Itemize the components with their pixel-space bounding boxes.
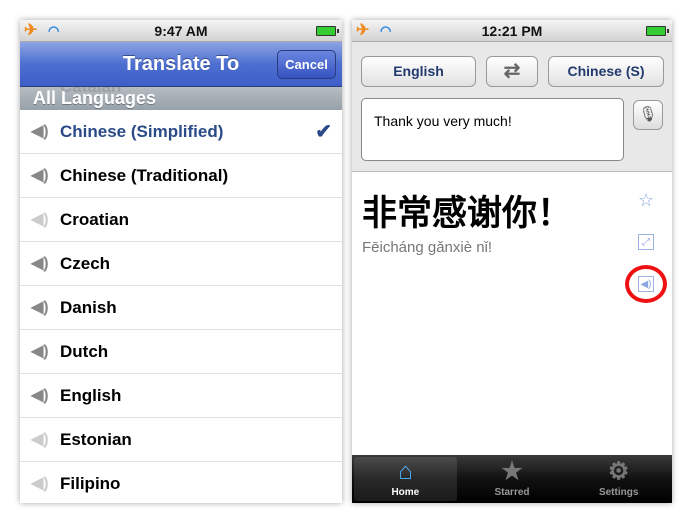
wifi-icon: ◠ (48, 23, 60, 38)
airplane-icon: ✈ (356, 22, 370, 39)
checkmark-icon: ✔ (315, 121, 332, 143)
language-name: Estonian (60, 430, 132, 449)
tab-bar: ⌂ Home ★ Starred ⚙ Settings (352, 455, 672, 503)
language-row[interactable]: ◀) Estonian (20, 418, 342, 462)
language-name: Dutch (60, 342, 109, 361)
language-row[interactable]: ◀) Dutch (20, 330, 342, 374)
speaker-icon: ◀) (31, 387, 49, 404)
status-bar: ✈ ◠ 9:47 AM (20, 20, 342, 42)
speaker-icon: ◀) (31, 255, 49, 272)
tab-starred[interactable]: ★ Starred (461, 457, 564, 501)
pinyin-text: Fēicháng gǎnxiè nǐ! (362, 239, 493, 256)
translator-screen: ✈ ◠ 12:21 PM English ⇄ Chinese (S) Thank… (352, 20, 672, 503)
airplane-icon: ✈ (24, 22, 38, 39)
microphone-button[interactable]: 🎙 (633, 100, 663, 130)
star-icon: ★ (501, 458, 523, 485)
language-row[interactable]: ◀) Chinese (Traditional) (20, 154, 342, 198)
microphone-icon: 🎙 (638, 106, 658, 123)
scrolled-row-ghost: Catalan (60, 87, 121, 98)
input-panel: English ⇄ Chinese (S) Thank you very muc… (352, 42, 672, 172)
speaker-icon: ◀) (31, 299, 49, 316)
language-row[interactable]: ◀) Czech (20, 242, 342, 286)
language-name: Chinese (Simplified) (60, 122, 224, 141)
speaker-icon: ◀) (31, 431, 49, 448)
language-row[interactable]: ◀) Filipino (20, 462, 342, 503)
tab-label: Starred (494, 487, 530, 498)
tab-label: Home (391, 487, 420, 498)
star-icon[interactable]: ☆ (638, 191, 654, 209)
text-input[interactable]: Thank you very much! (361, 98, 624, 161)
language-list[interactable]: ◀) Chinese (Simplified) ✔ ◀) Chinese (Tradit… (20, 110, 342, 503)
translation-result: 非常感谢你！ Fēicháng gǎnxiè nǐ! ☆ ⤢ ◀) (352, 172, 672, 455)
fullscreen-icon[interactable]: ⤢ (638, 234, 654, 250)
swap-icon: ⇄ (503, 60, 521, 82)
language-name: English (60, 386, 122, 405)
language-row[interactable]: ◀) Chinese (Simplified) ✔ (20, 110, 342, 154)
battery-icon (316, 26, 339, 36)
language-name: Czech (60, 254, 111, 273)
source-language-button[interactable]: English (361, 56, 476, 87)
speaker-icon: ◀) (31, 343, 49, 360)
language-name: Chinese (Traditional) (60, 166, 229, 185)
speaker-icon: ◀) (31, 211, 49, 228)
cancel-button[interactable]: Cancel (277, 50, 336, 79)
highlight-circle (625, 265, 667, 303)
tab-settings[interactable]: ⚙ Settings (567, 457, 670, 501)
speaker-icon: ◀) (31, 123, 49, 140)
language-name: Croatian (60, 210, 129, 229)
status-time: 12:21 PM (481, 23, 543, 39)
language-row[interactable]: ◀) Croatian (20, 198, 342, 242)
language-row[interactable]: ◀) English (20, 374, 342, 418)
home-icon: ⌂ (398, 458, 413, 485)
language-picker-screen: ✈ ◠ 9:47 AM Translate To Cancel Catalan … (20, 20, 342, 503)
status-bar: ✈ ◠ 12:21 PM (352, 20, 672, 42)
target-language-button[interactable]: Chinese (S) (548, 56, 664, 87)
tab-label: Settings (598, 487, 639, 498)
status-time: 9:47 AM (154, 23, 208, 39)
section-header: Catalan All Languages (20, 87, 342, 110)
battery-icon (646, 26, 669, 36)
speaker-icon: ◀) (31, 475, 49, 492)
wifi-icon: ◠ (380, 23, 392, 38)
language-row[interactable]: ◀) Danish (20, 286, 342, 330)
gear-icon: ⚙ (607, 458, 630, 485)
nav-bar: Translate To Cancel (20, 42, 342, 87)
swap-languages-button[interactable]: ⇄ (486, 56, 538, 87)
translation-text: 非常感谢你！ (362, 194, 573, 233)
language-name: Filipino (60, 474, 121, 493)
speaker-icon: ◀) (31, 167, 49, 184)
tab-home[interactable]: ⌂ Home (354, 457, 457, 501)
language-name: Danish (60, 298, 117, 317)
